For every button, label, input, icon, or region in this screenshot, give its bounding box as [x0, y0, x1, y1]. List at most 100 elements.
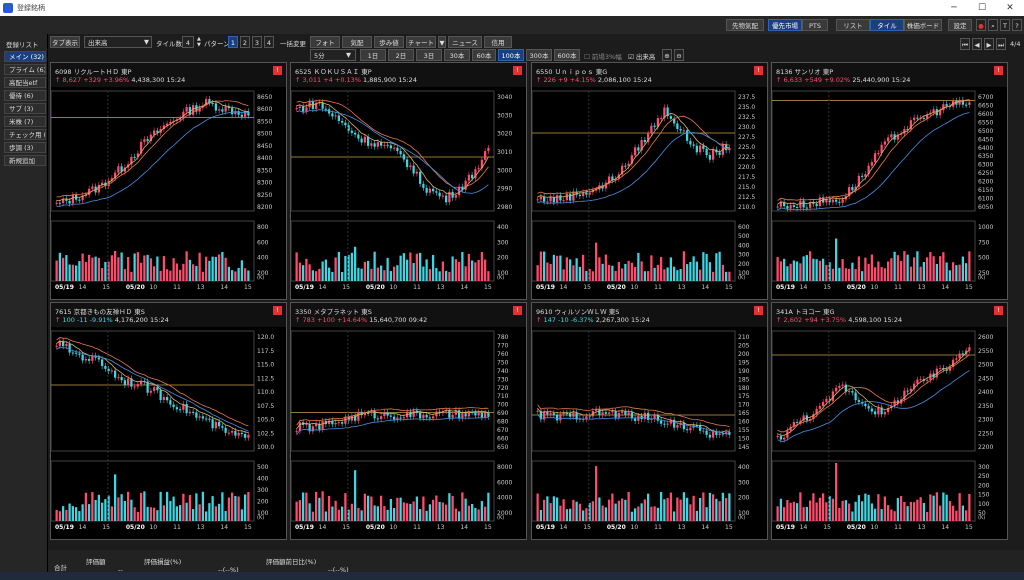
volume-bar — [835, 238, 838, 281]
sidebar-item-hocho[interactable]: 歩調 (3) — [4, 142, 46, 153]
tab-tick[interactable]: 歩み値 — [374, 36, 404, 48]
tab-chart[interactable]: チャート — [406, 36, 436, 48]
tile-chart[interactable]: 67006650 66006550 65006450 64006350 63006250… — [772, 87, 1007, 299]
candle — [870, 162, 873, 166]
stock-tile[interactable]: 9610 ウィルソンＷＬＷ 東S ↑ 147 -10 -6.37% 2,267,… — [531, 302, 768, 540]
candle — [559, 195, 562, 201]
tab-display-button[interactable]: タブ表示 — [50, 36, 80, 48]
range-3day[interactable]: 3日 — [416, 49, 442, 61]
sidebar-item-high-dividend[interactable]: 高配当etf — [4, 77, 46, 88]
alert-icon[interactable]: ! — [994, 306, 1003, 315]
tab-photo[interactable]: フォト — [310, 36, 340, 48]
text-size-icon[interactable]: T — [1000, 19, 1010, 31]
volume-bar — [295, 501, 298, 521]
volume-bar — [689, 261, 692, 281]
stock-tile[interactable]: 8136 サンリオ 東P ↑ 6,633 +549 +9.02% 25,440,… — [771, 62, 1008, 300]
range-2day[interactable]: 2日 — [388, 49, 414, 61]
range-100[interactable]: 100本 — [498, 49, 524, 61]
tile-count-input[interactable]: 4 — [182, 36, 194, 48]
pattern-option-1[interactable]: 1 — [228, 36, 238, 48]
zoom-out-icon[interactable]: ⊖ — [674, 49, 684, 61]
volume-bar — [617, 261, 620, 281]
list-view-button[interactable]: リスト — [836, 19, 870, 31]
sidebar-item-prime[interactable]: プライム (6) — [4, 64, 46, 75]
sidebar-item-main[interactable]: メイン (32) — [4, 51, 46, 62]
last-page-icon[interactable]: ⏭ — [996, 38, 1006, 50]
range-30[interactable]: 30本 — [444, 49, 470, 61]
priority-market-button[interactable]: 優先市場 — [768, 19, 802, 31]
stock-price: 2,602 — [783, 316, 803, 324]
alert-icon[interactable]: ! — [513, 66, 522, 75]
range-1day[interactable]: 1日 — [360, 49, 386, 61]
add-new-list-button[interactable]: 新規追加 — [4, 155, 46, 166]
alert-icon[interactable]: ! — [994, 66, 1003, 75]
range-300[interactable]: 300本 — [526, 49, 552, 61]
volume-bar — [935, 492, 938, 521]
tile-view-button[interactable]: タイル — [870, 19, 904, 31]
candle — [705, 430, 708, 435]
volume-bar — [240, 509, 243, 521]
chart-dropdown-icon[interactable]: ▼ — [438, 36, 446, 48]
alert-icon[interactable]: ! — [754, 66, 763, 75]
tile-chart[interactable]: 237.5 235.0 232.5 230.0 227.5 225.0 222.5 220.0… — [532, 87, 767, 299]
tab-news[interactable]: ニュース — [448, 36, 482, 48]
volume-bar — [221, 492, 224, 521]
tab-credit[interactable]: 信用 — [484, 36, 512, 48]
close-button[interactable]: ✕ — [996, 1, 1024, 15]
stock-tile[interactable]: 6550 Ｕｎｉｐｏｓ 東G ↑ 226 +9 +4.15% 2,086,100… — [531, 62, 768, 300]
volume-bar — [913, 257, 916, 281]
pattern-option-3[interactable]: 3 — [252, 36, 262, 48]
candle — [549, 197, 552, 202]
tile-chart[interactable]: 7807707607507407307207107006906806706606… — [291, 327, 526, 539]
tab-quote[interactable]: 気配 — [342, 36, 372, 48]
alert-icon[interactable]: ! — [754, 306, 763, 315]
alert-icon[interactable]: ! — [273, 306, 282, 315]
tile-chart[interactable]: 2102052001951901851801751701651601551501… — [532, 327, 767, 539]
candle — [104, 365, 107, 369]
stock-board-button[interactable]: 株価ボード — [904, 19, 942, 31]
zoom-icon[interactable]: ⌕ — [988, 19, 998, 31]
range-60[interactable]: 60本 — [472, 49, 496, 61]
next-page-icon[interactable]: ▶ — [984, 38, 994, 50]
stock-tile[interactable]: 7615 京都きもの友禅ＨＤ 東S ↑ 100 -11 -9.91% 4,176… — [50, 302, 287, 540]
futures-quote-button[interactable]: 先物気配 — [726, 19, 764, 31]
tile-chart[interactable]: 8650 8600 8550 8500 8450 8400 8350 8300 8250 8200… — [51, 87, 286, 299]
price-tick-label: 212.5 — [738, 194, 755, 201]
tile-quote: ↑ 226 +9 +4.15% 2,086,100 15:24 — [536, 76, 652, 84]
tile-chart[interactable]: 120.0 117.5 115.0 112.5 110.0 107.5 105.0 102.5… — [51, 327, 286, 539]
stock-tile[interactable]: 341A トヨコー 東G ↑ 2,602 +94 +3.75% 4,598,10… — [771, 302, 1008, 540]
maximize-button[interactable]: ☐ — [968, 1, 996, 15]
sidebar-item-yutai[interactable]: 優待 (6) — [4, 90, 46, 101]
first-page-icon[interactable]: ⏮ — [960, 38, 970, 50]
tile-chart[interactable]: 3040303030203010300029902980400300200100… — [291, 87, 526, 299]
minimize-button[interactable]: ─ — [940, 1, 968, 15]
pattern-option-4[interactable]: 4 — [264, 36, 274, 48]
volume-bar — [786, 500, 789, 521]
alert-icon[interactable]: ! — [273, 66, 282, 75]
volume-checkbox[interactable]: ☑ 出来高 — [628, 51, 655, 61]
help-icon[interactable]: ? — [1012, 19, 1022, 31]
stock-tile[interactable]: 6098 リクルートＨＤ 東P ↑ 8,627 +329 +3.96% 4,43… — [50, 62, 287, 300]
stepper-icon[interactable]: ▲ ▼ — [197, 36, 201, 48]
alert-icon[interactable]: ! — [513, 306, 522, 315]
volume-bar — [104, 261, 107, 281]
settings-button[interactable]: 設定 — [948, 19, 972, 31]
color-icon[interactable]: ● — [976, 19, 986, 31]
pattern-option-2[interactable]: 2 — [240, 36, 250, 48]
tile-chart[interactable]: 2600 2550 2500 2450 2400 2350 2300 2250 2200 300 2… — [772, 327, 1007, 539]
prev-page-icon[interactable]: ◀ — [972, 38, 982, 50]
volume-bar — [386, 257, 389, 281]
range-600[interactable]: 600本 — [554, 49, 580, 61]
stock-tile[interactable]: 3350 メタプラネット 東S ↑ 783 +100 +14.64% 15,64… — [290, 302, 527, 540]
sidebar-item-check[interactable]: チェック用 ( — [4, 129, 46, 140]
pts-button[interactable]: PTS — [802, 19, 828, 31]
sidebar-item-sub[interactable]: サブ (3) — [4, 103, 46, 114]
morning-range-checkbox[interactable]: ☐ 前場3%幅 — [584, 51, 622, 61]
price-tick-label: 8400 — [257, 155, 272, 162]
zoom-in-icon[interactable]: ⊕ — [662, 49, 672, 61]
sidebar-item-us-stocks[interactable]: 米株 (7) — [4, 116, 46, 127]
sort-select[interactable]: 出来高 — [84, 36, 152, 48]
stock-tile[interactable]: 6525 ＫＯＫＵＳＡＩ 東P ↑ 3,011 +4 +0.13% 1,885,… — [290, 62, 527, 300]
stock-price: 3,011 — [302, 76, 322, 84]
volume-bar — [715, 253, 718, 281]
